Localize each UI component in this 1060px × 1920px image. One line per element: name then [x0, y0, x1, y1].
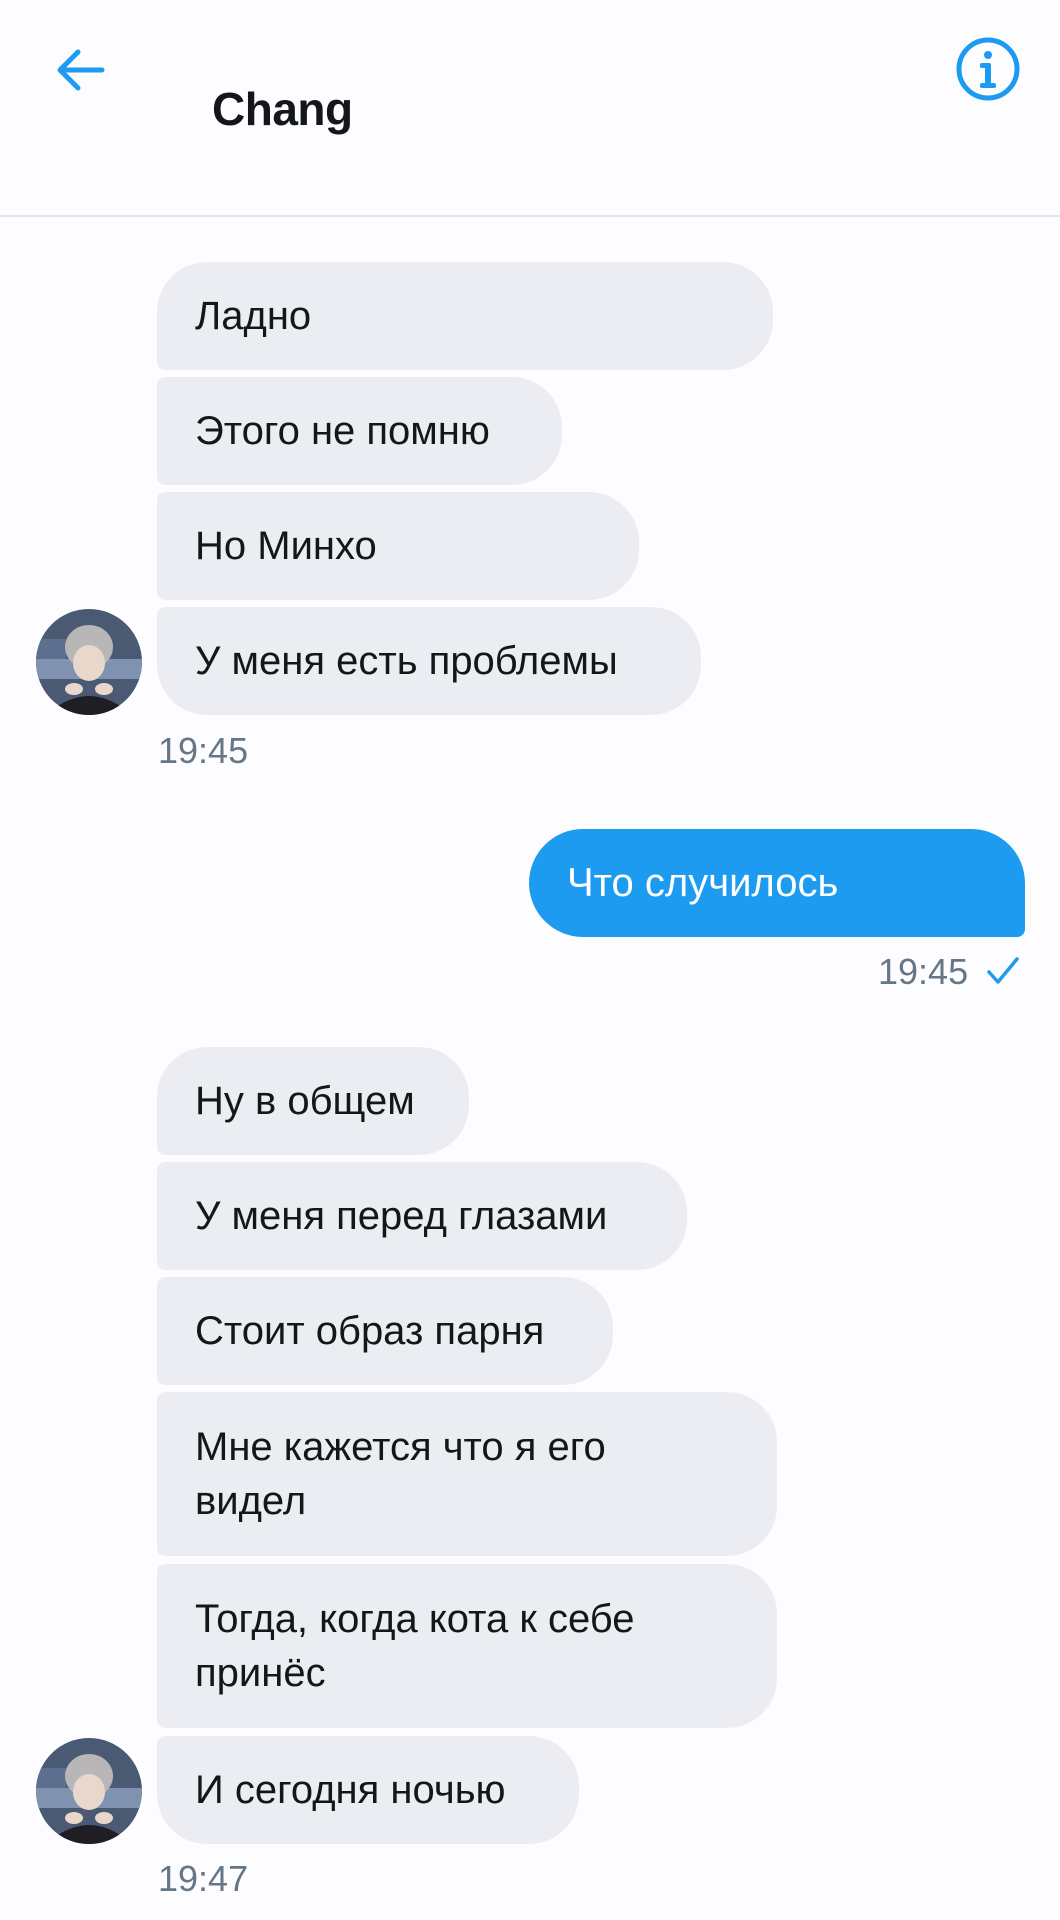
message-bubble-incoming[interactable]: У меня есть проблемы: [157, 607, 701, 715]
avatar-photo: [36, 1738, 142, 1844]
message-bubble-incoming[interactable]: Стоит образ парня: [157, 1277, 613, 1385]
message-bubble-incoming[interactable]: У меня перед глазами: [157, 1162, 687, 1270]
avatar-photo: [36, 609, 142, 715]
message-bubble-incoming[interactable]: Тогда, когда кота к себе принёс: [157, 1564, 777, 1728]
message-bubble-incoming[interactable]: Но Минхо: [157, 492, 639, 600]
avatar[interactable]: [36, 609, 142, 715]
conversation-header: Chang: [0, 0, 1060, 217]
message-bubble-incoming[interactable]: Ну в общем: [157, 1047, 469, 1155]
info-circle-icon: [956, 37, 1020, 101]
back-button[interactable]: [52, 40, 112, 100]
avatar[interactable]: [36, 1738, 142, 1844]
message-bubble-incoming[interactable]: И сегодня ночью: [157, 1736, 579, 1844]
checkmark-icon: [987, 957, 1019, 984]
message-bubble-outgoing[interactable]: Что случилось: [529, 829, 1025, 937]
message-bubble-incoming[interactable]: Этого не помню: [157, 377, 562, 485]
message-bubble-incoming[interactable]: Мне кажется что я его видел: [157, 1392, 777, 1556]
message-bubble-incoming[interactable]: Ладно: [157, 262, 773, 370]
message-timestamp: 19:45: [158, 730, 249, 771]
contact-name[interactable]: Chang: [212, 82, 353, 136]
arrow-left-icon: [57, 49, 105, 91]
message-timestamp: 19:47: [158, 1858, 249, 1899]
message-timestamp: 19:45: [878, 951, 969, 992]
info-button[interactable]: [955, 36, 1021, 102]
